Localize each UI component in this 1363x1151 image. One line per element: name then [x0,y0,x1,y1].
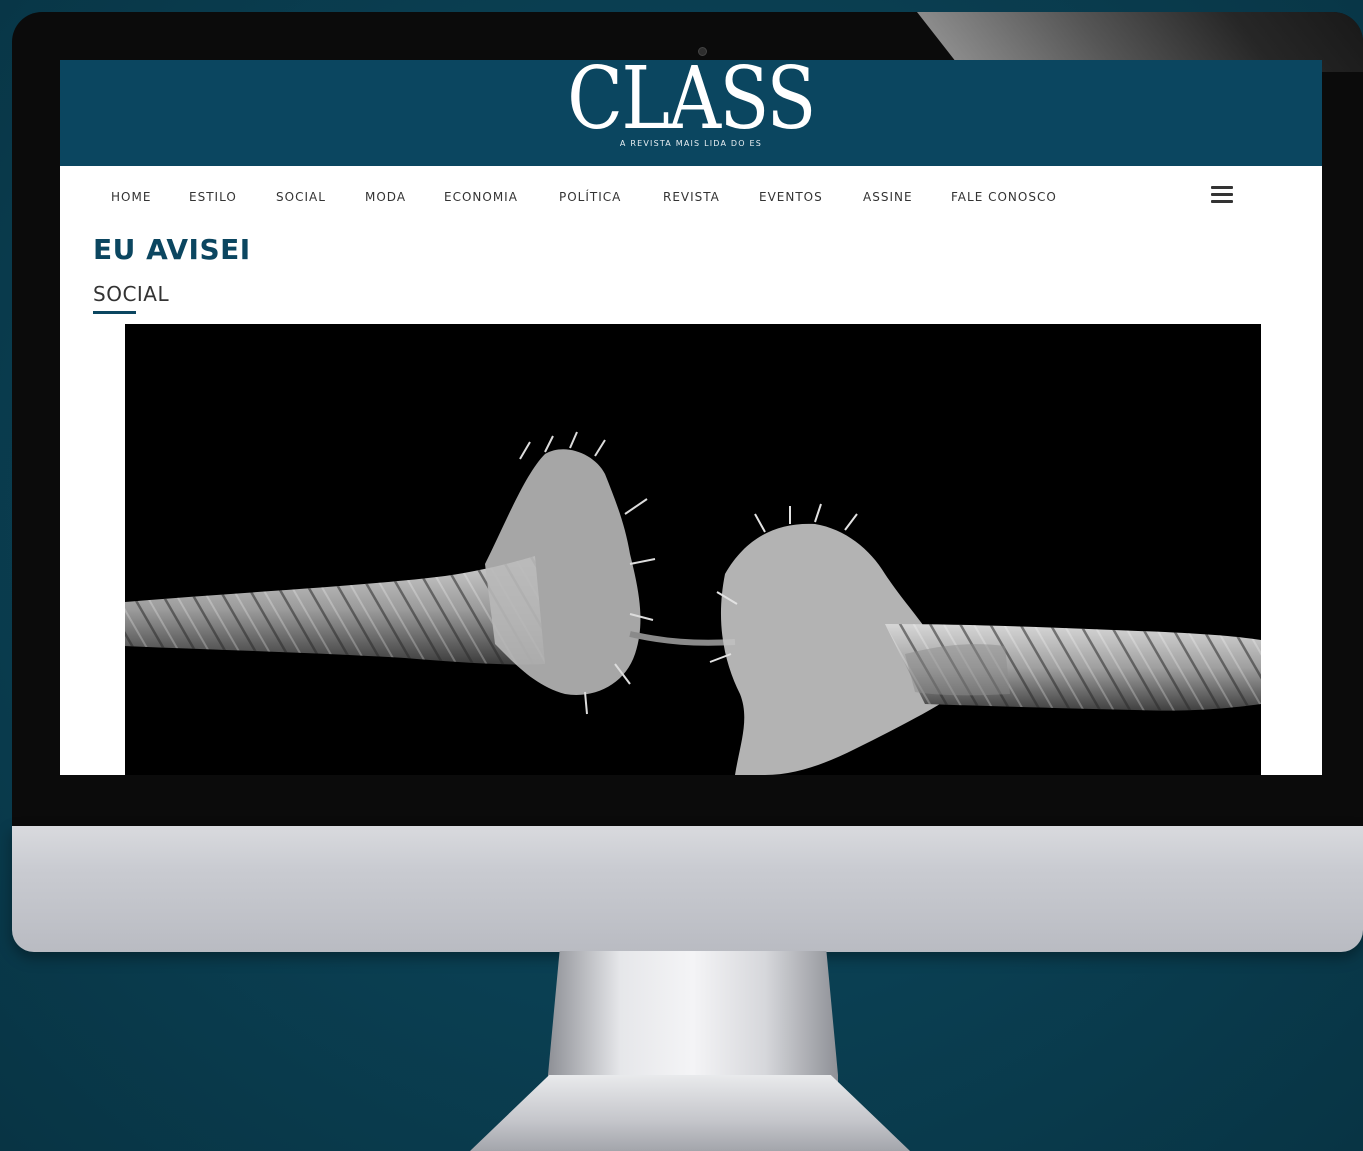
nav-item-economia[interactable]: ECONOMIA [444,190,518,204]
site-logo[interactable]: CLASS [155,60,1228,144]
nav-item-politica[interactable]: POLÍTICA [559,190,621,204]
main-nav: HOME ESTILO SOCIAL MODA ECONOMIA POLÍTIC… [60,166,1322,226]
nav-item-revista[interactable]: REVISTA [663,190,720,204]
article-title: EU AVISEI [93,233,251,266]
hamburger-menu-icon[interactable] [1211,186,1233,203]
nav-item-eventos[interactable]: EVENTOS [759,190,823,204]
scene: CLASS A REVISTA MAIS LIDA DO ES HOME EST… [0,0,1363,1151]
article-category[interactable]: SOCIAL [93,282,169,306]
hero-image [125,324,1261,775]
category-underline [93,311,136,314]
monitor-stand-foot [470,1075,910,1151]
frayed-rope-image [125,431,1261,775]
site-header: CLASS A REVISTA MAIS LIDA DO ES [60,60,1322,166]
nav-item-social[interactable]: SOCIAL [276,190,326,204]
website-screen: CLASS A REVISTA MAIS LIDA DO ES HOME EST… [60,60,1322,775]
webcam-icon [698,47,707,56]
nav-item-home[interactable]: HOME [111,190,151,204]
nav-item-moda[interactable]: MODA [365,190,406,204]
nav-item-fale-conosco[interactable]: FALE CONOSCO [951,190,1057,204]
site-tagline: A REVISTA MAIS LIDA DO ES [619,139,763,148]
nav-item-estilo[interactable]: ESTILO [189,190,237,204]
nav-item-assine[interactable]: ASSINE [863,190,913,204]
monitor-chin [12,826,1363,952]
